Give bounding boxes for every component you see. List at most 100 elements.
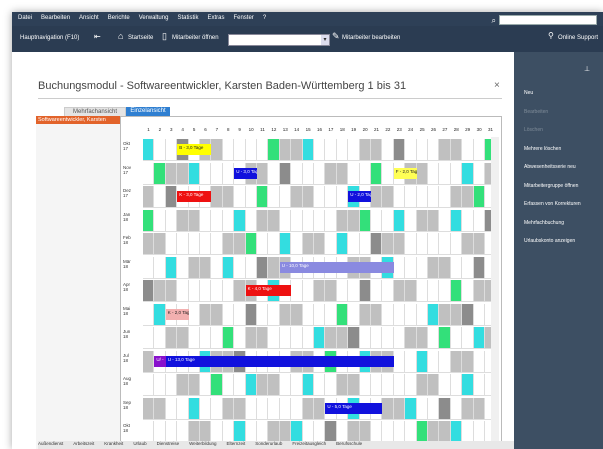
day-cell[interactable] <box>325 233 337 255</box>
menu-file[interactable]: Datei <box>12 12 35 21</box>
day-cell[interactable] <box>222 233 235 255</box>
day-cell[interactable] <box>314 421 326 443</box>
day-cell[interactable] <box>279 397 292 420</box>
day-cell[interactable] <box>222 186 235 208</box>
day-cell[interactable] <box>450 350 463 373</box>
day-cell[interactable] <box>462 209 474 232</box>
day-cell[interactable] <box>325 280 337 302</box>
day-cell[interactable] <box>336 139 349 161</box>
day-cell[interactable] <box>450 139 463 161</box>
day-cell[interactable] <box>416 421 428 443</box>
day-cell[interactable] <box>348 280 360 302</box>
day-cell[interactable] <box>154 280 166 302</box>
day-cell[interactable] <box>473 256 485 279</box>
day-cell[interactable] <box>154 209 166 232</box>
day-cell[interactable] <box>348 374 360 396</box>
day-cell[interactable] <box>279 139 292 161</box>
day-cell[interactable] <box>222 162 235 185</box>
day-cell[interactable] <box>154 303 166 326</box>
day-cell[interactable] <box>462 327 474 349</box>
day-cell[interactable] <box>279 421 292 443</box>
day-cell[interactable] <box>154 256 166 279</box>
day-cell[interactable] <box>382 139 394 161</box>
day-cell[interactable] <box>245 256 257 279</box>
day-cell[interactable] <box>462 374 474 396</box>
legend-item[interactable]: Weiterbildung <box>189 441 216 446</box>
day-cell[interactable] <box>348 327 360 349</box>
day-cell[interactable] <box>348 209 360 232</box>
day-cell[interactable] <box>393 397 406 420</box>
sidebar-action-item[interactable]: Mehrfachbuchung <box>524 220 564 226</box>
day-cell[interactable] <box>416 186 428 208</box>
day-cell[interactable] <box>336 280 349 302</box>
day-cell[interactable] <box>428 350 440 373</box>
day-cell[interactable] <box>439 397 451 420</box>
day-cell[interactable] <box>234 327 246 349</box>
sidebar-action-item[interactable]: Mitarbeitergruppe öffnen <box>524 183 578 189</box>
legend-item[interactable]: Krankheit <box>104 441 123 446</box>
day-cell[interactable] <box>428 374 440 396</box>
day-cell[interactable] <box>257 209 269 232</box>
day-cell[interactable] <box>393 421 406 443</box>
day-cell[interactable] <box>416 139 428 161</box>
open-employee-button[interactable]: Mitarbeiter öffnen <box>172 35 219 41</box>
day-cell[interactable] <box>268 327 280 349</box>
day-cell[interactable] <box>405 139 417 161</box>
day-cell[interactable] <box>291 209 303 232</box>
day-cell[interactable] <box>211 303 223 326</box>
day-cell[interactable] <box>325 374 337 396</box>
absence-booking[interactable]: U - 10,0 Tage <box>279 261 394 273</box>
day-cell[interactable] <box>382 162 394 185</box>
day-cell[interactable] <box>177 421 189 443</box>
absence-booking[interactable]: U - 13,0 Tage <box>165 355 394 367</box>
absence-booking[interactable]: K - 2,0 Tage <box>165 308 189 320</box>
day-cell[interactable] <box>473 209 485 232</box>
day-cell[interactable] <box>188 162 200 185</box>
day-cell[interactable] <box>222 256 235 279</box>
day-cell[interactable] <box>405 256 417 279</box>
day-cell[interactable] <box>359 233 371 255</box>
day-cell[interactable] <box>428 233 440 255</box>
day-cell[interactable] <box>177 233 189 255</box>
day-cell[interactable] <box>291 421 303 443</box>
day-cell[interactable] <box>382 280 394 302</box>
day-cell[interactable] <box>336 186 349 208</box>
day-cell[interactable] <box>302 139 314 161</box>
absence-booking[interactable]: U - 2,0 Tage <box>348 191 371 202</box>
day-cell[interactable] <box>325 209 337 232</box>
day-cell[interactable] <box>428 186 440 208</box>
day-cell[interactable] <box>302 233 314 255</box>
day-cell[interactable] <box>234 374 246 396</box>
menu-window[interactable]: Fenster <box>227 12 256 21</box>
day-cell[interactable] <box>279 233 292 255</box>
day-cell[interactable] <box>211 209 223 232</box>
day-cell[interactable] <box>291 303 303 326</box>
day-cell[interactable] <box>382 327 394 349</box>
day-cell[interactable] <box>348 162 360 185</box>
day-cell[interactable] <box>143 397 155 420</box>
day-cell[interactable] <box>371 186 383 208</box>
day-cell[interactable] <box>428 303 440 326</box>
day-cell[interactable] <box>462 303 474 326</box>
day-cell[interactable] <box>393 233 406 255</box>
day-cell[interactable] <box>257 421 269 443</box>
day-cell[interactable] <box>200 209 212 232</box>
day-cell[interactable] <box>165 280 178 302</box>
day-cell[interactable] <box>439 162 451 185</box>
day-cell[interactable] <box>291 233 303 255</box>
legend-item[interactable]: Dienstreise <box>157 441 180 446</box>
day-cell[interactable] <box>177 209 189 232</box>
day-cell[interactable] <box>154 374 166 396</box>
day-cell[interactable] <box>405 233 417 255</box>
menu-admin[interactable]: Verwaltung <box>133 12 172 21</box>
day-cell[interactable] <box>473 162 485 185</box>
day-cell[interactable] <box>428 139 440 161</box>
day-cell[interactable] <box>143 186 155 208</box>
day-cell[interactable] <box>416 397 428 420</box>
day-cell[interactable] <box>188 303 200 326</box>
day-cell[interactable] <box>314 233 326 255</box>
day-cell[interactable] <box>462 280 474 302</box>
day-cell[interactable] <box>245 374 257 396</box>
vertical-scrollbar[interactable] <box>491 137 499 449</box>
online-support-button[interactable]: Online Support <box>558 35 598 41</box>
